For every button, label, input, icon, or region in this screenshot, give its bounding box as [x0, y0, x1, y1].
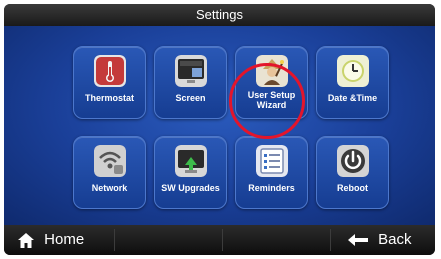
tile-date-time[interactable]: Date &Time [316, 46, 389, 119]
tile-label: SW Upgrades [161, 183, 220, 193]
reminders-icon [255, 145, 288, 177]
tile-sw-upgrades[interactable]: SW Upgrades [154, 136, 227, 209]
device-screen: Settings Thermostat Screen User Setup Wi… [4, 4, 435, 255]
tile-network[interactable]: Network [73, 136, 146, 209]
home-label: Home [44, 231, 85, 248]
tile-label-line2: Wizard [256, 100, 287, 110]
home-button[interactable]: Home [18, 225, 84, 255]
upgrade-icon [174, 145, 207, 177]
network-icon [93, 145, 126, 177]
divider [222, 229, 223, 251]
tile-user-setup-wizard[interactable]: User Setup Wizard [235, 46, 308, 119]
tile-label: Date &Time [327, 93, 378, 103]
wizard-icon [255, 55, 288, 87]
tile-label: Network [91, 183, 128, 193]
arrow-left-icon [348, 234, 368, 247]
page-title: Settings [4, 4, 435, 26]
tile-label: Reboot [337, 183, 368, 193]
bottom-bar: Home Back [4, 225, 435, 255]
thermometer-icon [93, 55, 126, 87]
tile-reboot[interactable]: Reboot [316, 136, 389, 209]
tile-label: Screen [175, 93, 206, 103]
power-icon [336, 145, 369, 177]
home-icon [18, 232, 34, 248]
tile-label: Thermostat [84, 93, 134, 103]
tile-label-line1: User Setup [247, 90, 296, 100]
tile-thermostat[interactable]: Thermostat [73, 46, 146, 119]
tile-label: Reminders [248, 183, 295, 193]
back-label: Back [378, 231, 412, 248]
back-button[interactable]: Back [348, 225, 412, 255]
divider [114, 229, 115, 251]
clock-icon [336, 55, 369, 87]
tile-screen[interactable]: Screen [154, 46, 227, 119]
screen-icon [174, 55, 207, 87]
tile-reminders[interactable]: Reminders [235, 136, 308, 209]
settings-grid: Thermostat Screen User Setup Wizard Date… [4, 26, 435, 225]
divider [330, 229, 331, 251]
tile-label: User Setup Wizard [236, 90, 307, 110]
